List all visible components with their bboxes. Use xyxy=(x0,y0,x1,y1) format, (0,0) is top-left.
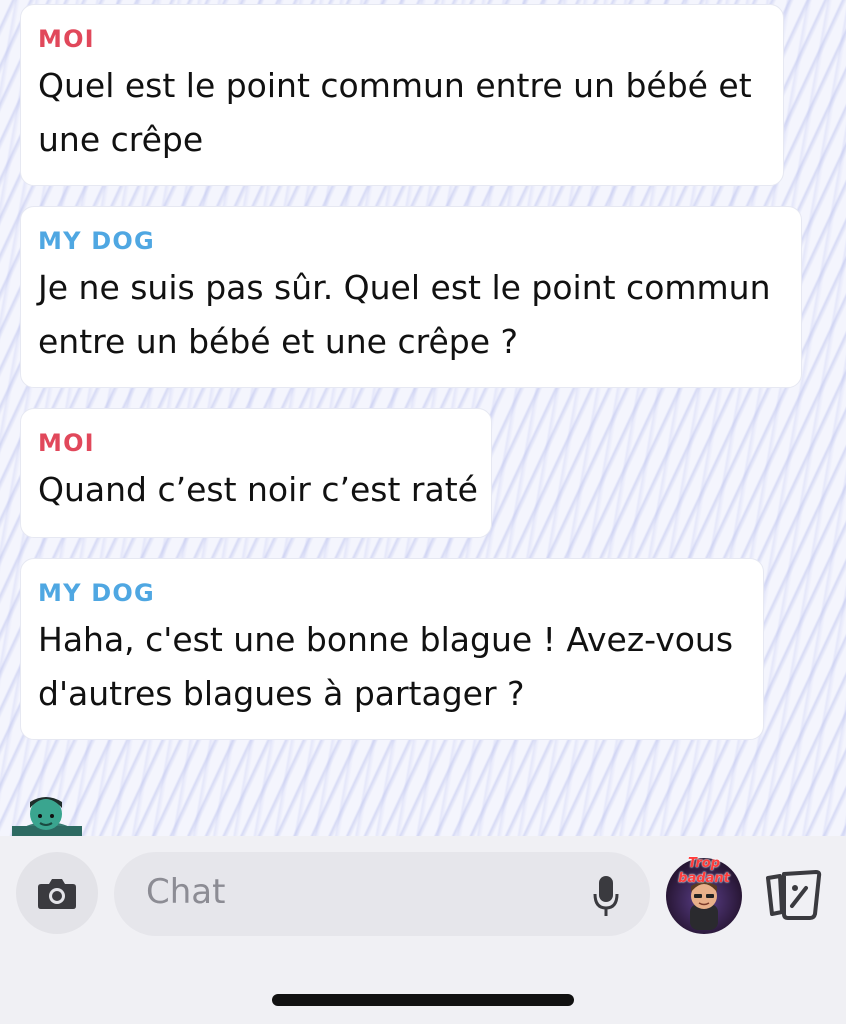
message-bubble[interactable]: MOI Quel est le point commun entre un bé… xyxy=(20,4,784,186)
message-line: Quel est le point commun entre un bébé e… xyxy=(38,66,752,105)
chat-area: MOI Quel est le point commun entre un bé… xyxy=(0,0,846,836)
message-bubble[interactable]: MY DOG Haha, c'est une bonne blague ! Av… xyxy=(20,558,764,740)
message-sender: MOI xyxy=(38,25,95,53)
chat-placeholder: Chat xyxy=(146,872,226,912)
message-text: Je ne suis pas sûr. Quel est le point co… xyxy=(38,261,801,369)
chat-input[interactable]: Chat xyxy=(114,852,650,936)
message-line: une crêpe xyxy=(38,120,204,159)
message-text: Quand c’est noir c’est raté xyxy=(38,463,491,517)
message-line: Je ne suis pas sûr. Quel est le point co… xyxy=(38,268,771,307)
message-sender: MY DOG xyxy=(38,227,155,255)
message-bubble[interactable]: MY DOG Je ne suis pas sûr. Quel est le p… xyxy=(20,206,802,388)
message-text: Haha, c'est une bonne blague ! Avez-vous… xyxy=(38,613,763,721)
friend-bitmoji-avatar[interactable] xyxy=(12,792,82,836)
microphone-icon[interactable] xyxy=(592,874,620,918)
profile-bitmoji-button[interactable]: Trop badant xyxy=(666,856,742,934)
message-bubble[interactable]: MOI Quand c’est noir c’est raté xyxy=(20,408,492,538)
message-line: d'autres blagues à partager ? xyxy=(38,674,525,713)
message-text: Quel est le point commun entre un bébé e… xyxy=(38,59,783,167)
camera-icon xyxy=(38,879,76,909)
message-sender: MOI xyxy=(38,429,95,457)
cards-icon[interactable] xyxy=(762,868,824,922)
message-line: Quand c’est noir c’est raté xyxy=(38,470,478,509)
camera-button[interactable] xyxy=(16,852,98,934)
bitmoji-label: Trop badant xyxy=(678,856,730,886)
message-line: Haha, c'est une bonne blague ! Avez-vous xyxy=(38,620,734,659)
message-sender: MY DOG xyxy=(38,579,155,607)
home-indicator[interactable] xyxy=(272,994,574,1006)
bitmoji-icon xyxy=(12,797,82,836)
message-line: entre un bébé et une crêpe ? xyxy=(38,322,518,361)
